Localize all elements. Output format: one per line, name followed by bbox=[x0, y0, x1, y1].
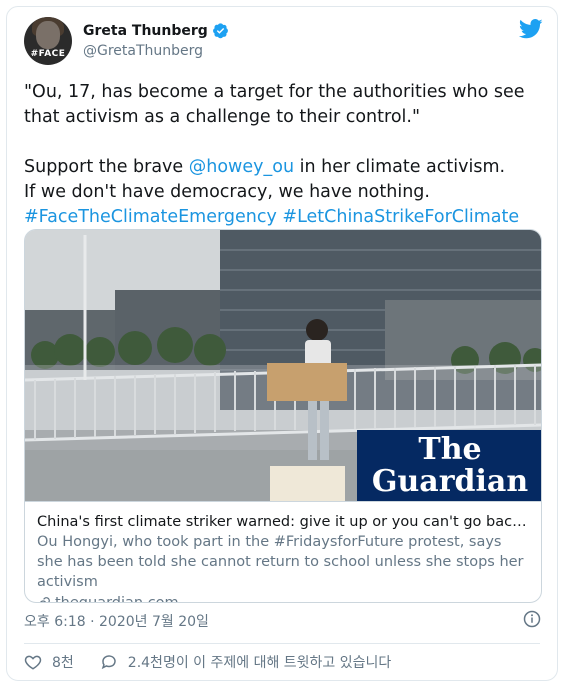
divider bbox=[24, 643, 540, 644]
info-icon[interactable] bbox=[523, 610, 541, 628]
heart-icon bbox=[24, 655, 42, 670]
link-icon bbox=[40, 597, 50, 602]
tweet-text: "Ou, 17, has become a target for the aut… bbox=[24, 80, 544, 230]
author-name[interactable]: Greta Thunberg bbox=[83, 23, 208, 39]
conversation-text: 2.4천명이 이 주제에 대해 트윗하고 있습니다 bbox=[127, 655, 392, 671]
comment-bubble-icon bbox=[101, 655, 116, 670]
link-card[interactable]: The Guardian China's first climate strik… bbox=[24, 229, 542, 603]
twitter-bird-icon[interactable] bbox=[519, 19, 543, 39]
tweet-line: #FaceTheClimateEmergency #LetChinaStrike… bbox=[24, 205, 544, 230]
like-count: 8천 bbox=[52, 655, 74, 671]
hashtag-link[interactable]: #LetChinaStrikeForClimate bbox=[282, 207, 519, 227]
verified-badge-icon bbox=[212, 23, 228, 39]
tweet-line: If we don't have democracy, we have noth… bbox=[24, 182, 430, 202]
tweet-actions: 8천 2.4천명이 이 주제에 대해 트윗하고 있습니다 bbox=[24, 652, 542, 672]
tweet-line: that activism as a challenge to their co… bbox=[24, 107, 421, 127]
tweet-line: Support the brave @howey_ou in her clima… bbox=[24, 157, 506, 177]
article-photo[interactable]: The Guardian bbox=[25, 230, 541, 501]
guardian-logo: The Guardian bbox=[357, 430, 541, 501]
avatar-face bbox=[36, 21, 60, 49]
link-card-meta[interactable]: China's first climate striker warned: gi… bbox=[25, 501, 541, 602]
tweet-timestamp[interactable]: 오후 6:18 · 2020년 7월 20일 bbox=[24, 611, 209, 631]
author-handle[interactable]: @GretaThunberg bbox=[83, 43, 203, 59]
author-name-row[interactable]: Greta Thunberg bbox=[83, 22, 229, 39]
mention-link[interactable]: @howey_ou bbox=[189, 157, 294, 177]
link-card-description: Ou Hongyi, who took part in the #Fridays… bbox=[37, 534, 524, 590]
link-card-title[interactable]: China's first climate striker warned: gi… bbox=[37, 512, 529, 532]
conversation-button[interactable]: 2.4천명이 이 주제에 대해 트윗하고 있습니다 bbox=[100, 652, 391, 672]
tweet-line: "Ou, 17, has become a target for the aut… bbox=[24, 82, 525, 102]
link-card-domain[interactable]: theguardian.com bbox=[37, 592, 529, 602]
avatar[interactable]: #FACE bbox=[24, 17, 72, 65]
avatar-badge-text: #FACE bbox=[30, 49, 66, 59]
like-button[interactable]: 8천 bbox=[24, 652, 74, 672]
tweet-card: #FACE Greta Thunberg @GretaThunberg "Ou,… bbox=[6, 6, 558, 681]
hashtag-link[interactable]: #FaceTheClimateEmergency bbox=[24, 207, 277, 227]
